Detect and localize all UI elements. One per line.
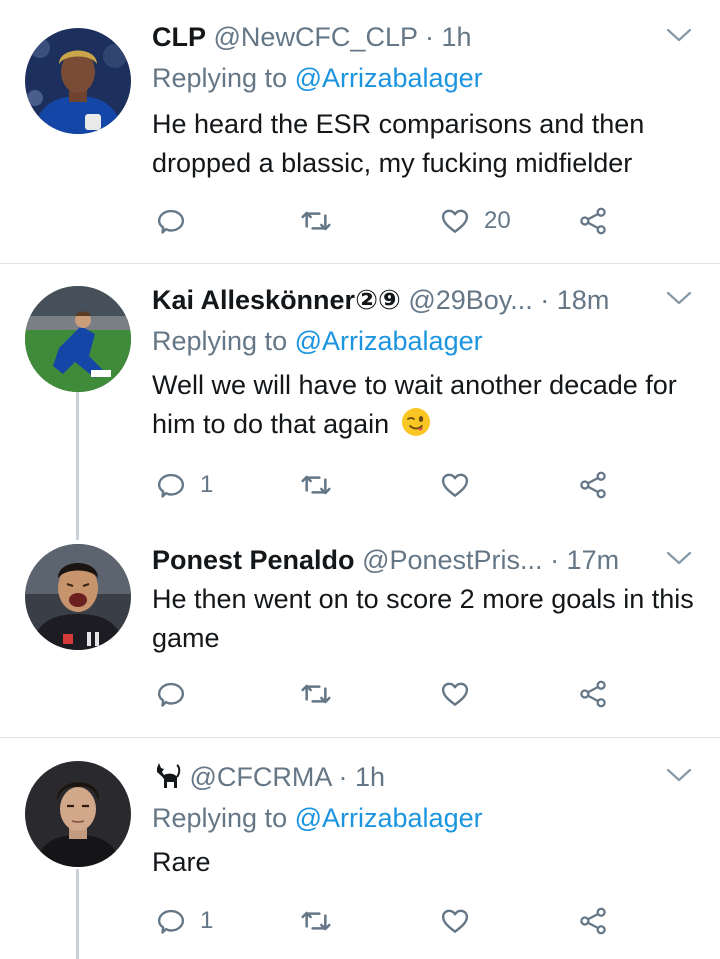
divider — [0, 737, 720, 738]
heart-icon — [440, 206, 470, 236]
replying-to-handle[interactable]: @Arrizabalager — [295, 803, 483, 833]
reply-count: 1 — [200, 907, 214, 934]
share-icon — [578, 206, 608, 236]
reply-icon — [156, 470, 186, 500]
avatar-cfcrma[interactable] — [25, 761, 131, 867]
tweet-text: Rare — [152, 847, 211, 877]
reply-button[interactable] — [156, 674, 200, 714]
share-button[interactable] — [578, 674, 608, 714]
tweet-ponest[interactable]: Ponest Penaldo @PonestPris... · 17m He t… — [0, 540, 720, 720]
retweet-icon — [300, 469, 332, 501]
like-button[interactable] — [440, 901, 484, 941]
tweet-kai[interactable]: Kai Alleskönner②⑨ @29Boy... · 18m Replyi… — [0, 280, 720, 540]
heart-icon — [440, 906, 470, 936]
thread-connector — [76, 869, 79, 959]
tweet-cfcrma[interactable]: 🐈‍⬛ @CFCRMA · 1h Replying to @Arrizabala… — [0, 757, 720, 959]
reply-icon — [156, 679, 186, 709]
reply-button[interactable]: 1 — [156, 901, 213, 941]
share-icon — [578, 470, 608, 500]
user-handle[interactable]: @PonestPris... — [362, 545, 542, 575]
chevron-down-icon[interactable] — [666, 550, 692, 566]
black-cat-icon: 🐈‍⬛ — [157, 763, 181, 788]
retweet-button[interactable] — [300, 465, 346, 505]
avatar-clp[interactable] — [25, 28, 131, 134]
timestamp[interactable]: · 1h — [338, 762, 385, 792]
retweet-button[interactable] — [300, 201, 346, 241]
heart-icon — [440, 470, 470, 500]
retweet-button[interactable] — [300, 674, 346, 714]
like-count: 20 — [484, 207, 511, 234]
replying-to-handle[interactable]: @Arrizabalager — [295, 63, 483, 93]
divider — [0, 263, 720, 264]
like-button[interactable]: 20 — [440, 201, 511, 241]
tweet-header: Kai Alleskönner②⑨ @29Boy... · 18m — [152, 280, 660, 320]
avatar-ponest[interactable] — [25, 544, 131, 650]
timestamp[interactable]: · 17m — [550, 545, 619, 575]
timestamp[interactable]: · 1h — [425, 22, 472, 52]
chevron-down-icon[interactable] — [666, 27, 692, 43]
heart-icon — [440, 679, 470, 709]
display-name-emoji[interactable]: 🐈‍⬛ — [152, 762, 190, 792]
replying-to-label: Replying to — [152, 63, 288, 93]
tweet-header: CLP @NewCFC_CLP · 1h — [152, 17, 660, 57]
tweet-actions: 1 — [152, 901, 632, 941]
avatar-kai[interactable] — [25, 286, 131, 392]
tweet-actions: 20 — [152, 201, 632, 241]
reply-icon — [156, 206, 186, 236]
retweet-icon — [300, 905, 332, 937]
reply-thread-feed: CLP @NewCFC_CLP · 1h Replying to @Arriza… — [0, 0, 720, 959]
retweet-icon — [300, 678, 332, 710]
retweet-button[interactable] — [300, 901, 346, 941]
chevron-down-icon[interactable] — [666, 290, 692, 306]
thread-connector — [76, 392, 79, 540]
share-icon — [578, 906, 608, 936]
user-handle[interactable]: @29Boy... — [408, 285, 532, 315]
share-icon — [578, 679, 608, 709]
replying-to-handle[interactable]: @Arrizabalager — [295, 326, 483, 356]
like-button[interactable] — [440, 465, 484, 505]
retweet-icon — [300, 205, 332, 237]
winking-face-emoji-icon — [401, 408, 430, 436]
reply-button[interactable]: 1 — [156, 465, 213, 505]
reply-count: 1 — [200, 471, 214, 498]
tweet-clp[interactable]: CLP @NewCFC_CLP · 1h Replying to @Arriza… — [0, 17, 720, 247]
display-name[interactable]: Ponest Penaldo — [152, 545, 355, 575]
user-handle[interactable]: @NewCFC_CLP — [214, 22, 418, 52]
timestamp[interactable]: · 18m — [540, 285, 609, 315]
replying-to: Replying to @Arrizabalager — [152, 322, 483, 360]
user-handle[interactable]: @CFCRMA — [190, 762, 331, 792]
tweet-header: 🐈‍⬛ @CFCRMA · 1h — [152, 757, 660, 797]
display-name[interactable]: Kai Alleskönner②⑨ — [152, 285, 401, 315]
display-name[interactable]: CLP — [152, 22, 206, 52]
share-button[interactable] — [578, 465, 608, 505]
share-button[interactable] — [578, 901, 608, 941]
tweet-text: He then went on to score 2 more goals in… — [152, 584, 694, 653]
replying-to-label: Replying to — [152, 326, 288, 356]
share-button[interactable] — [578, 201, 608, 241]
tweet-actions — [152, 674, 632, 714]
reply-button[interactable] — [156, 201, 200, 241]
tweet-text: He heard the ESR comparisons and then dr… — [152, 109, 645, 178]
replying-to: Replying to @Arrizabalager — [152, 59, 483, 97]
replying-to-label: Replying to — [152, 803, 288, 833]
chevron-down-icon[interactable] — [666, 767, 692, 783]
tweet-actions: 1 — [152, 465, 632, 505]
like-button[interactable] — [440, 674, 484, 714]
tweet-header: Ponest Penaldo @PonestPris... · 17m — [152, 540, 660, 580]
tweet-text: Well we will have to wait another decade… — [152, 366, 700, 444]
reply-icon — [156, 906, 186, 936]
replying-to: Replying to @Arrizabalager — [152, 799, 483, 837]
